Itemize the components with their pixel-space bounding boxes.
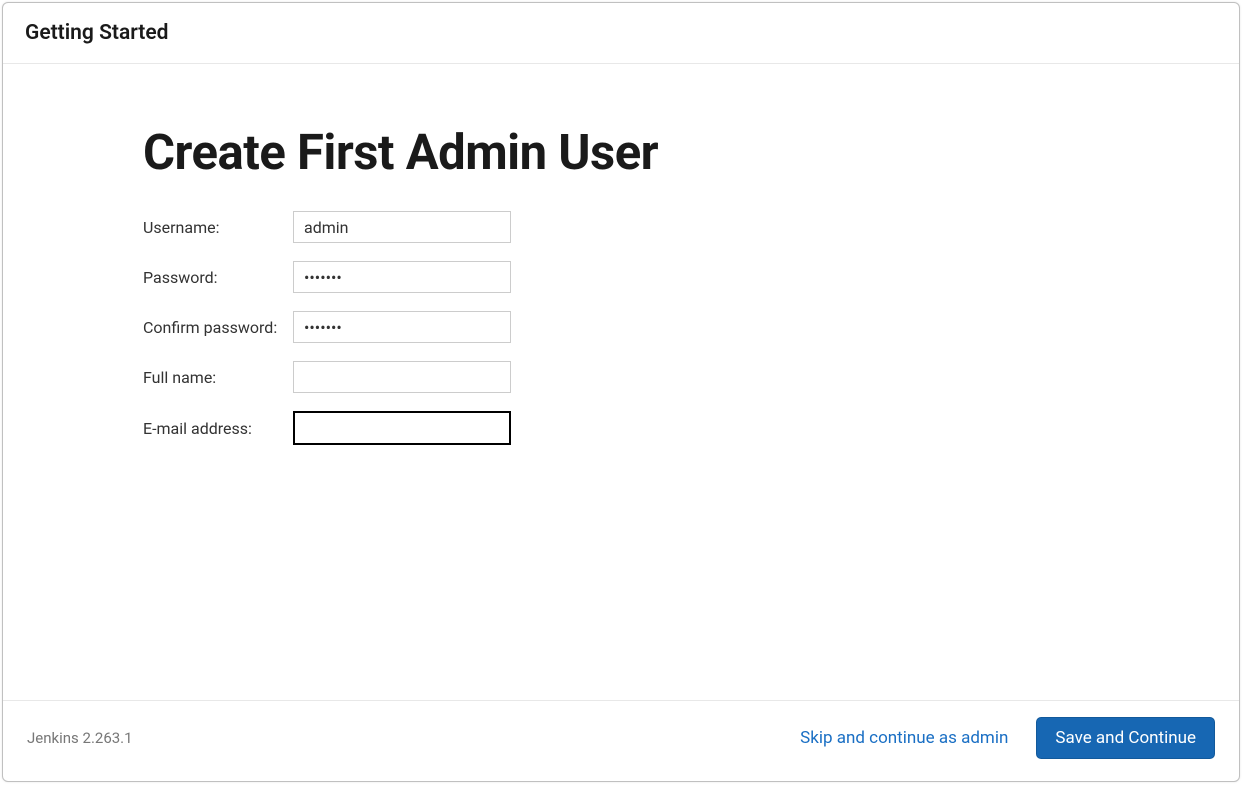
modal-footer: Jenkins 2.263.1 Skip and continue as adm… [3,700,1239,781]
footer-actions: Skip and continue as admin Save and Cont… [800,717,1215,759]
form-row-email: E-mail address: [143,411,1239,445]
password-label: Password: [143,268,293,287]
modal-header-title: Getting Started [25,21,1217,45]
confirm-password-label: Confirm password: [143,318,293,337]
full-name-input[interactable] [293,361,511,393]
full-name-label: Full name: [143,368,293,387]
email-label: E-mail address: [143,419,293,438]
setup-wizard-modal: Getting Started Create First Admin User … [2,2,1240,782]
username-input[interactable] [293,211,511,243]
modal-body: Create First Admin User Username: Passwo… [3,64,1239,700]
skip-link[interactable]: Skip and continue as admin [800,728,1008,748]
form-row-username: Username: [143,211,1239,243]
confirm-password-input[interactable] [293,311,511,343]
modal-header: Getting Started [3,3,1239,64]
page-title: Create First Admin User [143,124,1239,181]
save-and-continue-button[interactable]: Save and Continue [1036,717,1215,759]
form-row-confirm-password: Confirm password: [143,311,1239,343]
form-row-full-name: Full name: [143,361,1239,393]
form-row-password: Password: [143,261,1239,293]
email-input[interactable] [293,411,511,445]
username-label: Username: [143,218,293,237]
version-text: Jenkins 2.263.1 [27,729,133,747]
password-input[interactable] [293,261,511,293]
